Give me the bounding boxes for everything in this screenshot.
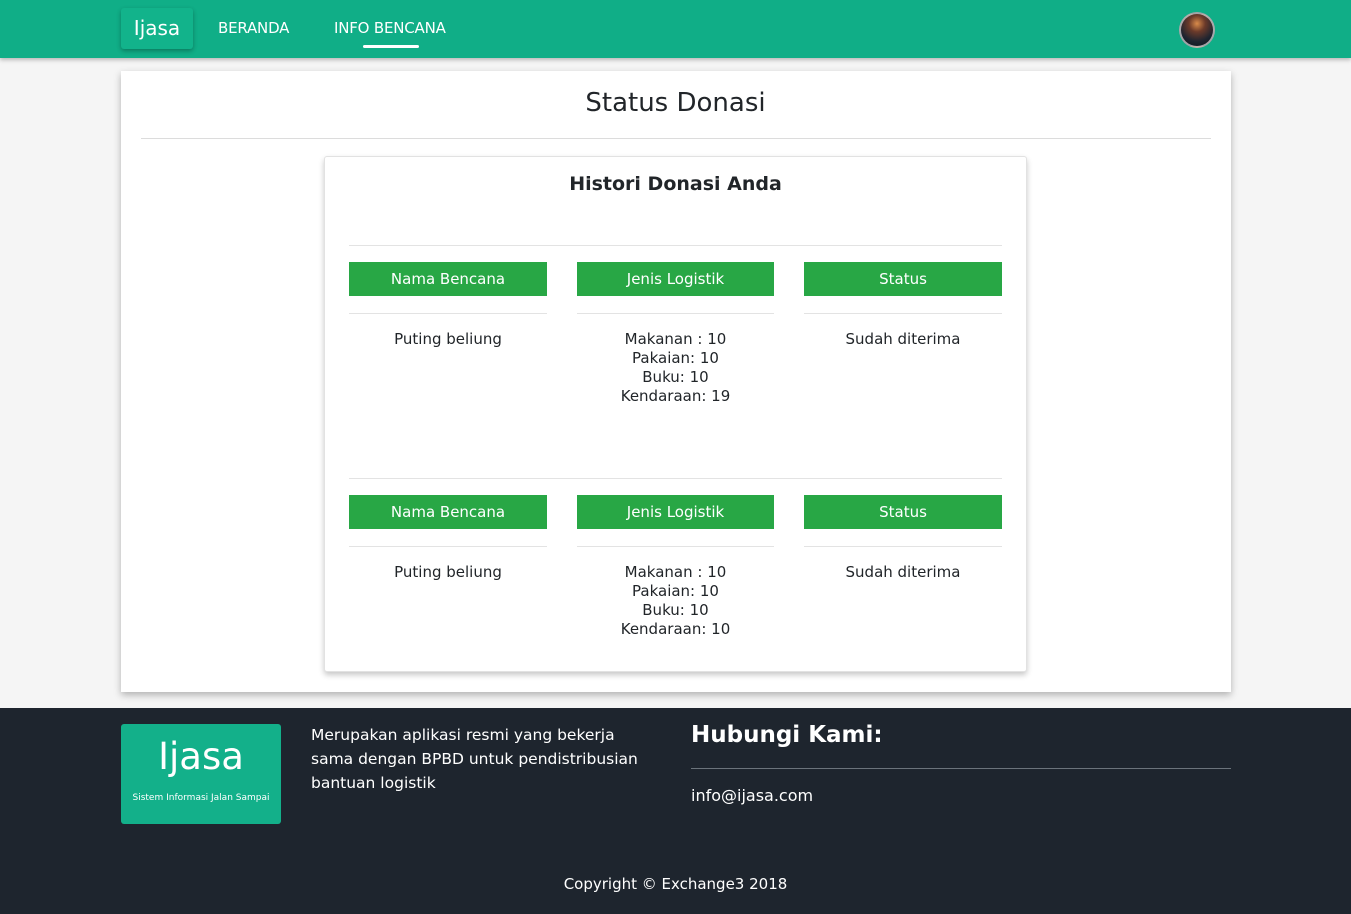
disaster-name: Puting beliung <box>394 563 502 581</box>
row-divider <box>349 245 1002 246</box>
logistics-item-kendaraan: Kendaraan: 10 <box>620 620 731 638</box>
top-navbar <box>0 0 1351 58</box>
logistics-item-buku: Buku: 10 <box>642 601 709 619</box>
cell-divider <box>577 546 774 547</box>
logistics-item-makanan: Makanan : 10 <box>624 563 727 581</box>
logistics-item-pakaian: Pakaian: 10 <box>632 349 719 367</box>
donation-status: Sudah diterima <box>845 563 961 581</box>
user-avatar[interactable] <box>1179 12 1215 48</box>
footer-logo-text: Ijasa <box>158 735 244 778</box>
footer-logo-subtitle: Sistem Informasi Jalan Sampai <box>132 793 270 803</box>
history-title: Histori Donasi Anda <box>569 173 782 195</box>
active-nav-indicator <box>363 45 419 48</box>
brand-logo-button[interactable]: Ijasa <box>121 8 193 49</box>
cell-divider <box>349 313 547 314</box>
header-jenis-logistik: Jenis Logistik <box>577 262 774 296</box>
header-nama-bencana: Nama Bencana <box>349 495 547 529</box>
footer-logo: Ijasa Sistem Informasi Jalan Sampai <box>121 724 281 824</box>
header-nama-bencana: Nama Bencana <box>349 262 547 296</box>
title-divider <box>141 138 1211 139</box>
contact-divider <box>691 768 1231 769</box>
cell-divider <box>804 313 1002 314</box>
copyright-text: Copyright © Exchange3 2018 <box>563 875 788 893</box>
contact-title: Hubungi Kami: <box>691 722 883 748</box>
logistics-list: Makanan : 10 Pakaian: 10 Buku: 10 Kendar… <box>577 563 774 639</box>
logistics-item-makanan: Makanan : 10 <box>624 330 727 348</box>
disaster-name: Puting beliung <box>394 330 502 348</box>
row-divider <box>349 478 1002 479</box>
logistics-item-kendaraan: Kendaraan: 19 <box>620 387 731 405</box>
nav-link-info-bencana[interactable]: INFO BENCANA <box>334 19 446 37</box>
cell-divider <box>577 313 774 314</box>
logistics-item-buku: Buku: 10 <box>642 368 709 386</box>
cell-divider <box>349 546 547 547</box>
contact-email-link[interactable]: info@ijasa.com <box>691 786 813 805</box>
header-jenis-logistik: Jenis Logistik <box>577 495 774 529</box>
header-status: Status <box>804 262 1002 296</box>
logistics-list: Makanan : 10 Pakaian: 10 Buku: 10 Kendar… <box>577 330 774 406</box>
header-status: Status <box>804 495 1002 529</box>
footer-about-text: Merupakan aplikasi resmi yang bekerja sa… <box>311 726 638 792</box>
donation-status: Sudah diterima <box>845 330 961 348</box>
logistics-item-pakaian: Pakaian: 10 <box>632 582 719 600</box>
page-title: Status Donasi <box>585 88 766 118</box>
cell-divider <box>804 546 1002 547</box>
nav-link-beranda[interactable]: BERANDA <box>218 19 289 37</box>
